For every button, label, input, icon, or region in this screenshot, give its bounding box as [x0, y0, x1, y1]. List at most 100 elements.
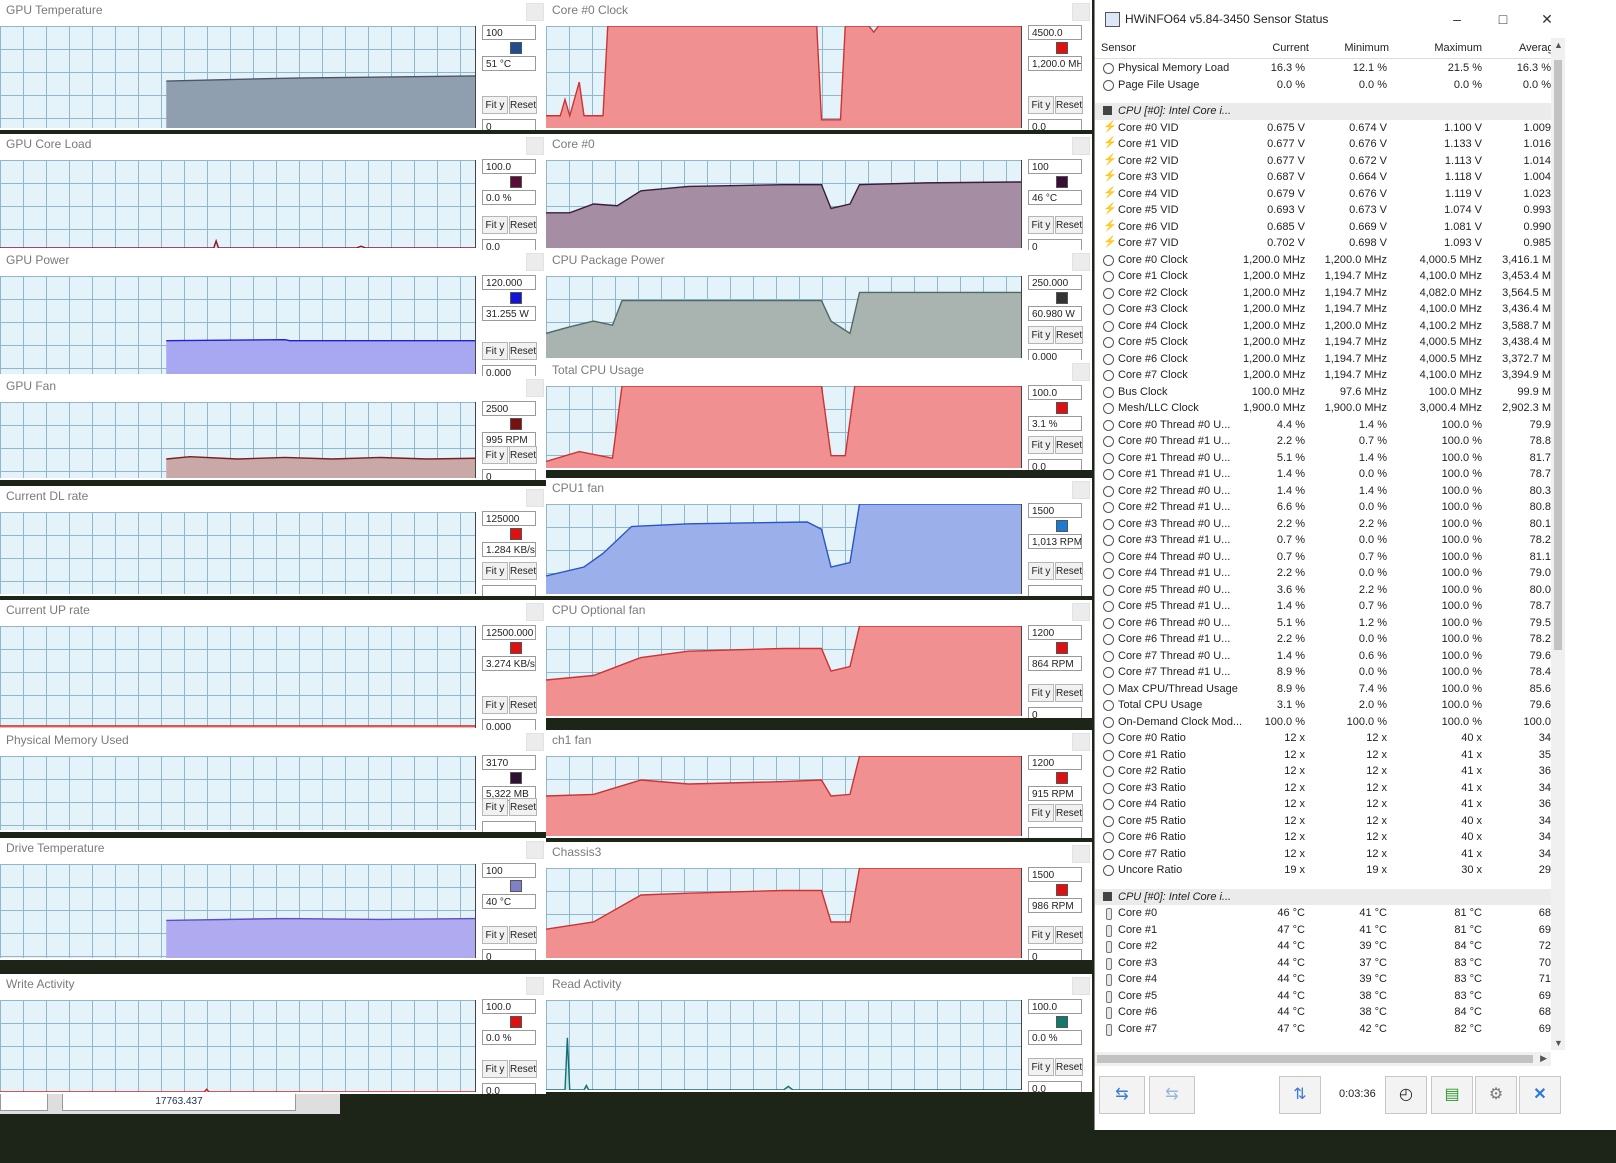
- graph-window[interactable]: GPU Fan 2500 995 RPM Fit y Reset 0: [0, 376, 546, 480]
- sensor-row[interactable]: Core #6 Clock 1,200.0 MHz 1,194.7 MHz 4,000…: [1095, 351, 1551, 368]
- settings-icon[interactable]: ⚙: [1475, 1076, 1517, 1114]
- scroll-right-icon[interactable]: ▶: [1540, 1053, 1547, 1064]
- sensor-row[interactable]: Core #2 44 °C 39 °C 84 °C 72: [1095, 938, 1551, 955]
- reset-button[interactable]: Reset: [1055, 562, 1083, 580]
- sensor-row[interactable]: Core #5 Clock 1,200.0 MHz 1,194.7 MHz 4,000…: [1095, 334, 1551, 351]
- sensor-row[interactable]: Core #4 Thread #1 U... 2.2 % 0.0 % 100.0 % 7…: [1095, 565, 1551, 582]
- scale-min-field[interactable]: 0: [482, 949, 536, 960]
- sensor-row[interactable]: Core #5 44 °C 38 °C 83 °C 69: [1095, 988, 1551, 1005]
- reset-button[interactable]: Reset: [1055, 216, 1083, 234]
- fit-y-button[interactable]: Fit y: [482, 446, 508, 464]
- scale-min-field[interactable]: 0.000: [482, 365, 536, 376]
- reset-button[interactable]: Reset: [509, 696, 537, 714]
- graph-close-button[interactable]: [526, 733, 544, 751]
- sensor-row[interactable]: Core #3 Thread #1 U... 0.7 % 0.0 % 100.0 % 7…: [1095, 532, 1551, 549]
- scale-max-field[interactable]: 250.000: [1028, 275, 1082, 290]
- scale-max-field[interactable]: 100.0: [1028, 999, 1082, 1014]
- graph-close-button[interactable]: [1072, 481, 1090, 499]
- reset-button[interactable]: Reset: [1055, 684, 1083, 702]
- scale-max-field[interactable]: 2500: [482, 401, 536, 416]
- scale-min-field[interactable]: [1028, 827, 1082, 838]
- graph-window[interactable]: Current DL rate 125000 1.284 KB/s Fit y Rese…: [0, 486, 546, 596]
- sensor-row[interactable]: Core #6 Thread #0 U... 5.1 % 1.2 % 100.0 % 7…: [1095, 615, 1551, 632]
- fit-y-button[interactable]: Fit y: [482, 798, 508, 816]
- fit-y-button[interactable]: Fit y: [482, 342, 508, 360]
- graph-close-button[interactable]: [526, 977, 544, 995]
- fit-y-button[interactable]: Fit y: [1028, 684, 1054, 702]
- scale-max-field[interactable]: 4500.0: [1028, 25, 1082, 40]
- sensor-row[interactable]: Core #2 Clock 1,200.0 MHz 1,194.7 MHz 4,082…: [1095, 285, 1551, 302]
- graph-close-button[interactable]: [1072, 845, 1090, 863]
- scale-min-field[interactable]: [1028, 585, 1082, 596]
- sensor-row[interactable]: Core #1 Clock 1,200.0 MHz 1,194.7 MHz 4,100…: [1095, 268, 1551, 285]
- graph-close-button[interactable]: [526, 137, 544, 155]
- sensor-row[interactable]: Core #0 Thread #1 U... 2.2 % 0.7 % 100.0 % 7…: [1095, 433, 1551, 450]
- graph-close-button[interactable]: [526, 841, 544, 859]
- sensor-row[interactable]: Core #2 Thread #0 U... 1.4 % 1.4 % 100.0 % 8…: [1095, 483, 1551, 500]
- sensor-row[interactable]: Mesh/LLC Clock 1,900.0 MHz 1,900.0 MHz 3,00…: [1095, 400, 1551, 417]
- series-color-swatch[interactable]: [510, 1016, 522, 1028]
- sensor-row[interactable]: Core #3 Thread #0 U... 2.2 % 2.2 % 100.0 % 8…: [1095, 516, 1551, 533]
- scale-max-field[interactable]: 120.000: [482, 275, 536, 290]
- series-color-swatch[interactable]: [1056, 42, 1068, 54]
- graph-window[interactable]: Total CPU Usage 100.0 3.1 % Fit y Reset 0.0: [546, 360, 1092, 470]
- series-color-swatch[interactable]: [1056, 772, 1068, 784]
- vertical-scrollbar[interactable]: ▲ ▼: [1551, 38, 1565, 1050]
- graph-window[interactable]: GPU Temperature 100 51 °C Fit y Reset 0: [0, 0, 546, 130]
- fit-y-button[interactable]: Fit y: [482, 562, 508, 580]
- graph-close-button[interactable]: [1072, 363, 1090, 381]
- sensor-row[interactable]: ⚡ Core #5 VID 0.693 V 0.673 V 1.074 V 0.993: [1095, 202, 1551, 219]
- sensor-row[interactable]: Core #7 Thread #0 U... 1.4 % 0.6 % 100.0 % 7…: [1095, 648, 1551, 665]
- sensor-row[interactable]: Bus Clock 100.0 MHz 97.6 MHz 100.0 MHz 99.9 …: [1095, 384, 1551, 401]
- graph-close-button[interactable]: [526, 603, 544, 621]
- scale-max-field[interactable]: 100.0: [482, 159, 536, 174]
- fit-y-button[interactable]: Fit y: [1028, 216, 1054, 234]
- sensor-row[interactable]: Page File Usage 0.0 % 0.0 % 0.0 % 0.0 %: [1095, 77, 1551, 94]
- scale-max-field[interactable]: 3170: [482, 755, 536, 770]
- scale-min-field[interactable]: 0: [482, 119, 536, 130]
- scale-min-field[interactable]: 0.0: [482, 239, 536, 250]
- reset-button[interactable]: Reset: [1055, 96, 1083, 114]
- scale-max-field[interactable]: 100: [1028, 159, 1082, 174]
- column-sensor[interactable]: Sensor: [1101, 42, 1136, 54]
- fit-y-button[interactable]: Fit y: [482, 1060, 508, 1078]
- sensor-row[interactable]: Core #6 44 °C 38 °C 84 °C 68: [1095, 1004, 1551, 1021]
- sensor-row[interactable]: Core #1 47 °C 41 °C 81 °C 69: [1095, 922, 1551, 939]
- scale-min-field[interactable]: [482, 821, 536, 832]
- sensor-row[interactable]: Core #2 Ratio 12 x 12 x 41 x 36: [1095, 763, 1551, 780]
- sensor-row[interactable]: Core #7 Clock 1,200.0 MHz 1,194.7 MHz 4,100…: [1095, 367, 1551, 384]
- series-color-swatch[interactable]: [1056, 176, 1068, 188]
- sensor-row[interactable]: Core #1 Thread #1 U... 1.4 % 0.0 % 100.0 % 7…: [1095, 466, 1551, 483]
- scale-max-field[interactable]: 100.0: [1028, 385, 1082, 400]
- fit-y-button[interactable]: Fit y: [1028, 804, 1054, 822]
- column-average[interactable]: Average: [1519, 42, 1551, 54]
- sensor-row[interactable]: ⚡ Core #2 VID 0.677 V 0.672 V 1.113 V 1.014: [1095, 153, 1551, 170]
- graph-window[interactable]: CPU Optional fan 1200 864 RPM Fit y Reset 0: [546, 600, 1092, 718]
- graph-close-button[interactable]: [526, 379, 544, 397]
- scroll-down-icon[interactable]: ▼: [1554, 1038, 1563, 1048]
- nav-arrows-icon[interactable]: ⇆: [1099, 1076, 1145, 1114]
- series-color-swatch[interactable]: [1056, 292, 1068, 304]
- sensor-group-header[interactable]: CPU [#0]: Intel Core i...: [1095, 103, 1551, 120]
- sensor-row[interactable]: Core #7 47 °C 42 °C 82 °C 69: [1095, 1021, 1551, 1038]
- sensor-row[interactable]: ⚡ Core #4 VID 0.679 V 0.676 V 1.119 V 1.023: [1095, 186, 1551, 203]
- column-minimum[interactable]: Minimum: [1331, 42, 1389, 54]
- column-current[interactable]: Current: [1265, 42, 1309, 54]
- scale-max-field[interactable]: 1500: [1028, 867, 1082, 882]
- sensor-row[interactable]: Core #4 Thread #0 U... 0.7 % 0.7 % 100.0 % 8…: [1095, 549, 1551, 566]
- reset-button[interactable]: Reset: [1055, 326, 1083, 344]
- fit-y-button[interactable]: Fit y: [1028, 562, 1054, 580]
- report-icon[interactable]: ▤: [1431, 1076, 1473, 1114]
- reset-button[interactable]: Reset: [1055, 1058, 1083, 1076]
- reset-button[interactable]: Reset: [509, 798, 537, 816]
- sensor-row[interactable]: Core #6 Thread #1 U... 2.2 % 0.0 % 100.0 % 7…: [1095, 631, 1551, 648]
- close-x-icon[interactable]: ✕: [1519, 1076, 1561, 1114]
- reset-button[interactable]: Reset: [509, 216, 537, 234]
- series-color-swatch[interactable]: [510, 772, 522, 784]
- scale-max-field[interactable]: 1200: [1028, 755, 1082, 770]
- scale-max-field[interactable]: 125000: [482, 511, 536, 526]
- series-color-swatch[interactable]: [510, 880, 522, 892]
- scale-max-field[interactable]: 100.0: [482, 999, 536, 1014]
- sensor-row[interactable]: Core #6 Ratio 12 x 12 x 40 x 34: [1095, 829, 1551, 846]
- scale-min-field[interactable]: 0.000: [1028, 349, 1082, 360]
